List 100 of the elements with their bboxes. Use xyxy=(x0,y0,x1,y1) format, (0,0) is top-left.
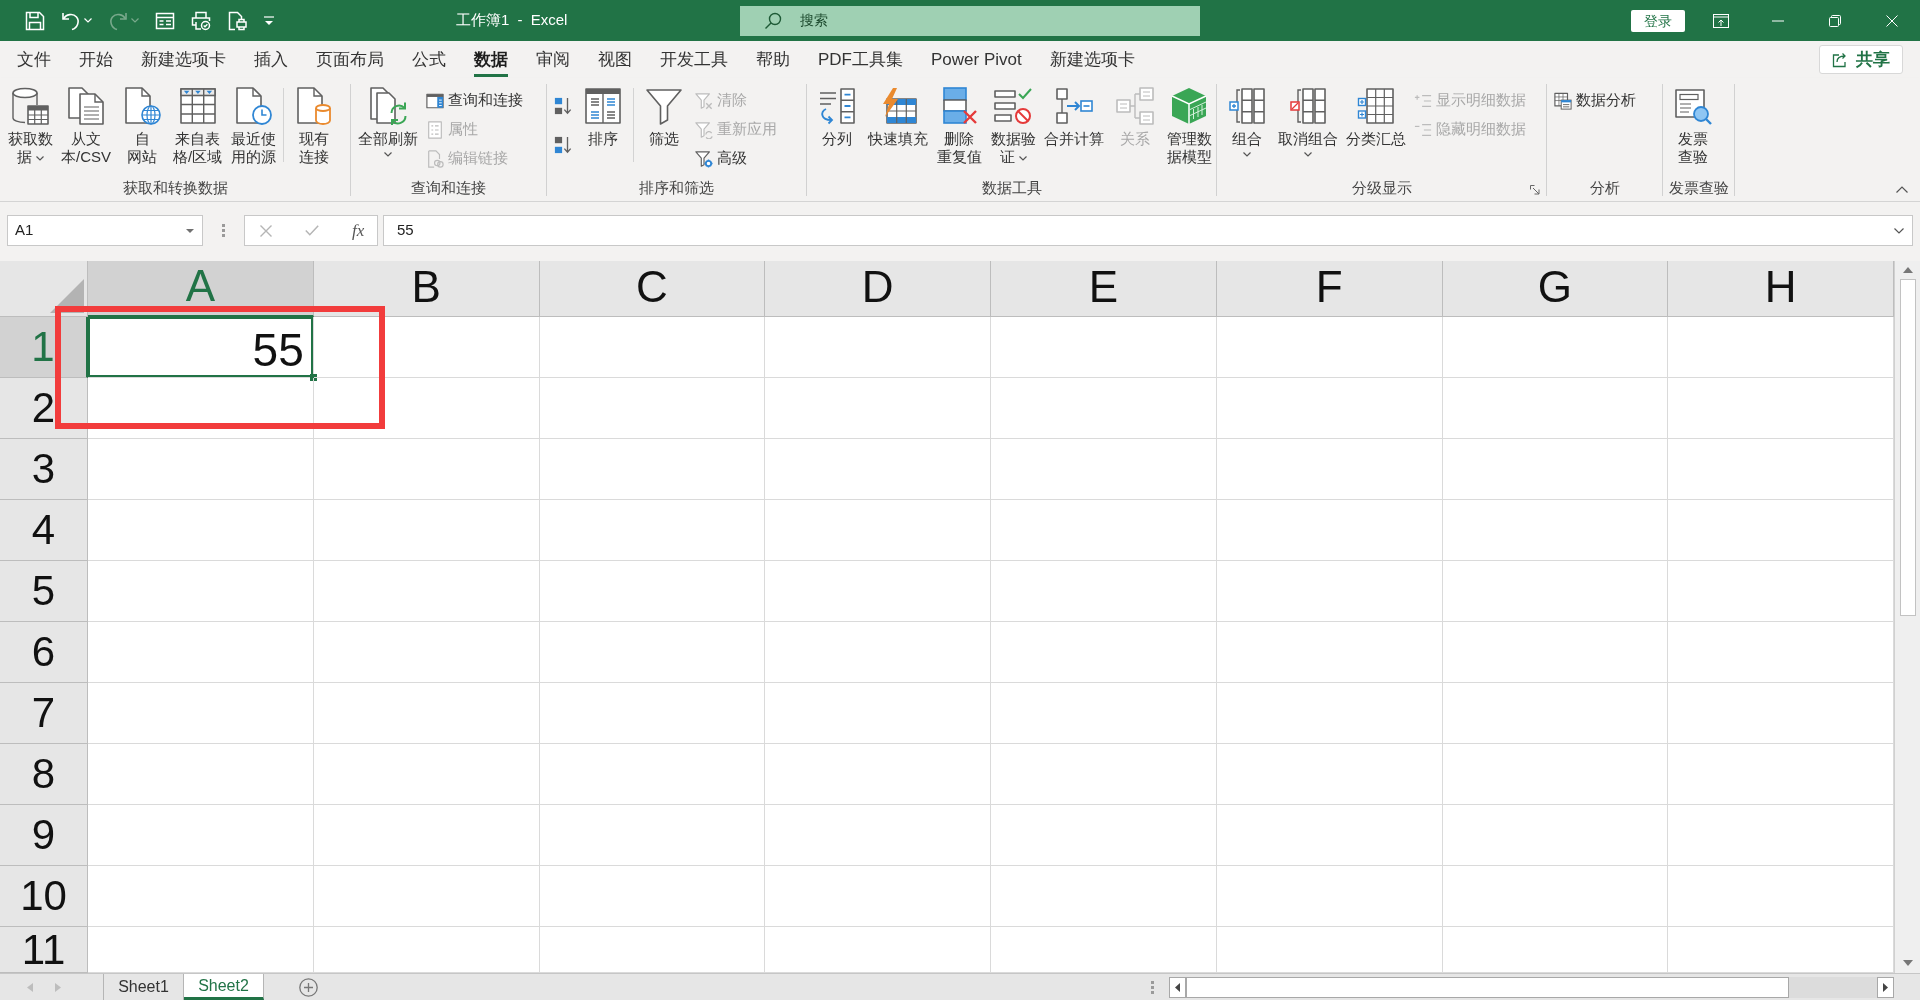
save-icon[interactable] xyxy=(25,10,45,31)
ribbon-tab[interactable]: Power Pivot xyxy=(917,41,1036,78)
table-cell[interactable] xyxy=(991,500,1217,561)
collapse-ribbon-icon[interactable] xyxy=(1896,186,1908,193)
ribbon-tab[interactable]: 新建选项卡 xyxy=(1035,41,1149,78)
table-cell[interactable] xyxy=(991,378,1217,439)
table-cell[interactable] xyxy=(539,866,766,927)
dialog-launcher-icon[interactable] xyxy=(1530,185,1540,195)
table-cell[interactable] xyxy=(88,744,314,805)
row-header[interactable]: 10 xyxy=(0,866,88,927)
ribbon-button[interactable]: 取消组合 xyxy=(1275,86,1341,157)
scrollbar-thumb[interactable] xyxy=(1186,976,1789,998)
table-cell[interactable] xyxy=(991,622,1217,683)
table-cell[interactable] xyxy=(313,500,540,561)
table-cell[interactable] xyxy=(88,866,314,927)
scroll-up-icon[interactable] xyxy=(1902,267,1913,273)
table-cell[interactable] xyxy=(539,561,766,622)
ribbon-button[interactable]: 数据验证 xyxy=(987,86,1039,166)
table-cell[interactable] xyxy=(991,439,1217,500)
ribbon-tab[interactable]: 插入 xyxy=(240,41,302,78)
column-header[interactable]: F xyxy=(1216,261,1443,317)
ribbon-tab[interactable]: 新建选项卡 xyxy=(127,41,240,78)
row-header[interactable]: 1 xyxy=(0,317,88,378)
table-cell[interactable]: 55 xyxy=(88,317,314,378)
table-cell[interactable] xyxy=(1442,561,1669,622)
share-button[interactable]: 共享 xyxy=(1819,45,1903,74)
ribbon-button[interactable]: 获取数据 xyxy=(4,86,56,166)
ribbon-button[interactable]: 从文本/CSV xyxy=(58,86,114,166)
table-cell[interactable] xyxy=(88,683,314,744)
table-cell[interactable] xyxy=(539,744,766,805)
caret-down-icon[interactable] xyxy=(186,228,194,233)
table-cell[interactable] xyxy=(765,805,991,866)
ribbon-button[interactable]: 高级 xyxy=(692,144,780,173)
scroll-right-icon[interactable] xyxy=(55,982,61,992)
table-cell[interactable] xyxy=(765,439,991,500)
table-cell[interactable] xyxy=(313,622,540,683)
table-cell[interactable] xyxy=(313,744,540,805)
fill-handle[interactable] xyxy=(309,374,317,381)
table-cell[interactable] xyxy=(1442,744,1669,805)
table-cell[interactable] xyxy=(991,805,1217,866)
table-cell[interactable] xyxy=(1442,805,1669,866)
table-cell[interactable] xyxy=(765,378,991,439)
ribbon-tab[interactable]: 开始 xyxy=(65,41,127,78)
ribbon-button[interactable]: 分列 xyxy=(811,86,863,148)
table-cell[interactable] xyxy=(88,805,314,866)
table-cell[interactable] xyxy=(313,805,540,866)
table-cell[interactable] xyxy=(991,744,1217,805)
table-cell[interactable] xyxy=(88,378,314,439)
sheet-tab[interactable]: Sheet2 xyxy=(184,974,264,1000)
table-cell[interactable] xyxy=(765,317,991,378)
ribbon-button[interactable]: 来自表格/区域 xyxy=(170,86,226,166)
search-field[interactable]: 搜索 xyxy=(740,5,1200,36)
table-cell[interactable] xyxy=(1442,439,1669,500)
table-cell[interactable] xyxy=(539,439,766,500)
row-header[interactable]: 8 xyxy=(0,744,88,805)
table-cell[interactable] xyxy=(1216,378,1443,439)
table-cell[interactable] xyxy=(991,561,1217,622)
ribbon-tab[interactable]: 页面布局 xyxy=(302,41,398,78)
row-header[interactable]: 7 xyxy=(0,683,88,744)
table-cell[interactable] xyxy=(313,683,540,744)
table-cell[interactable] xyxy=(313,317,540,378)
row-header[interactable]: 4 xyxy=(0,500,88,561)
scroll-left-icon[interactable] xyxy=(27,982,33,992)
scrollbar-thumb[interactable] xyxy=(1899,279,1916,616)
table-cell[interactable] xyxy=(1442,317,1669,378)
ribbon-button[interactable]: 查询和连接 xyxy=(423,86,526,115)
insert-function-button[interactable]: fx xyxy=(352,222,365,239)
table-cell[interactable] xyxy=(1216,622,1443,683)
ribbon-button[interactable]: 组合 xyxy=(1221,86,1273,157)
row-header[interactable]: 2 xyxy=(0,378,88,439)
ribbon-button[interactable]: 发票查验 xyxy=(1667,86,1719,166)
table-cell[interactable] xyxy=(1442,500,1669,561)
caret-down-icon[interactable] xyxy=(1894,227,1904,234)
table-cell[interactable] xyxy=(1442,683,1669,744)
ribbon-button[interactable]: 现有连接 xyxy=(288,86,341,166)
scroll-left-button[interactable] xyxy=(1169,976,1186,998)
table-cell[interactable] xyxy=(88,622,314,683)
column-header[interactable]: D xyxy=(765,261,991,317)
formula-field[interactable]: 55 xyxy=(383,215,1913,246)
table-cell[interactable] xyxy=(991,866,1217,927)
undo-icon[interactable] xyxy=(61,10,81,31)
enter-icon[interactable] xyxy=(305,225,319,236)
ribbon-button[interactable]: 自网站 xyxy=(116,86,168,166)
ribbon-button[interactable]: 最近使用的源 xyxy=(227,86,280,166)
ribbon-button[interactable]: 数据分析 xyxy=(1551,86,1639,115)
table-cell[interactable] xyxy=(1442,866,1669,927)
row-header[interactable]: 5 xyxy=(0,561,88,622)
row-header[interactable]: 3 xyxy=(0,439,88,500)
table-cell[interactable] xyxy=(88,439,314,500)
table-cell[interactable] xyxy=(539,500,766,561)
scroll-right-button[interactable] xyxy=(1877,976,1894,998)
cancel-icon[interactable] xyxy=(260,224,272,237)
ribbon-button[interactable]: 合并计算 xyxy=(1041,86,1107,148)
row-header[interactable]: 6 xyxy=(0,622,88,683)
column-header[interactable]: H xyxy=(1668,261,1894,317)
horizontal-scrollbar[interactable] xyxy=(1169,976,1894,998)
table-cell[interactable] xyxy=(991,683,1217,744)
name-box[interactable]: A1 xyxy=(7,215,203,246)
table-cell[interactable] xyxy=(1216,805,1443,866)
ribbon-tab[interactable]: 审阅 xyxy=(522,41,584,78)
